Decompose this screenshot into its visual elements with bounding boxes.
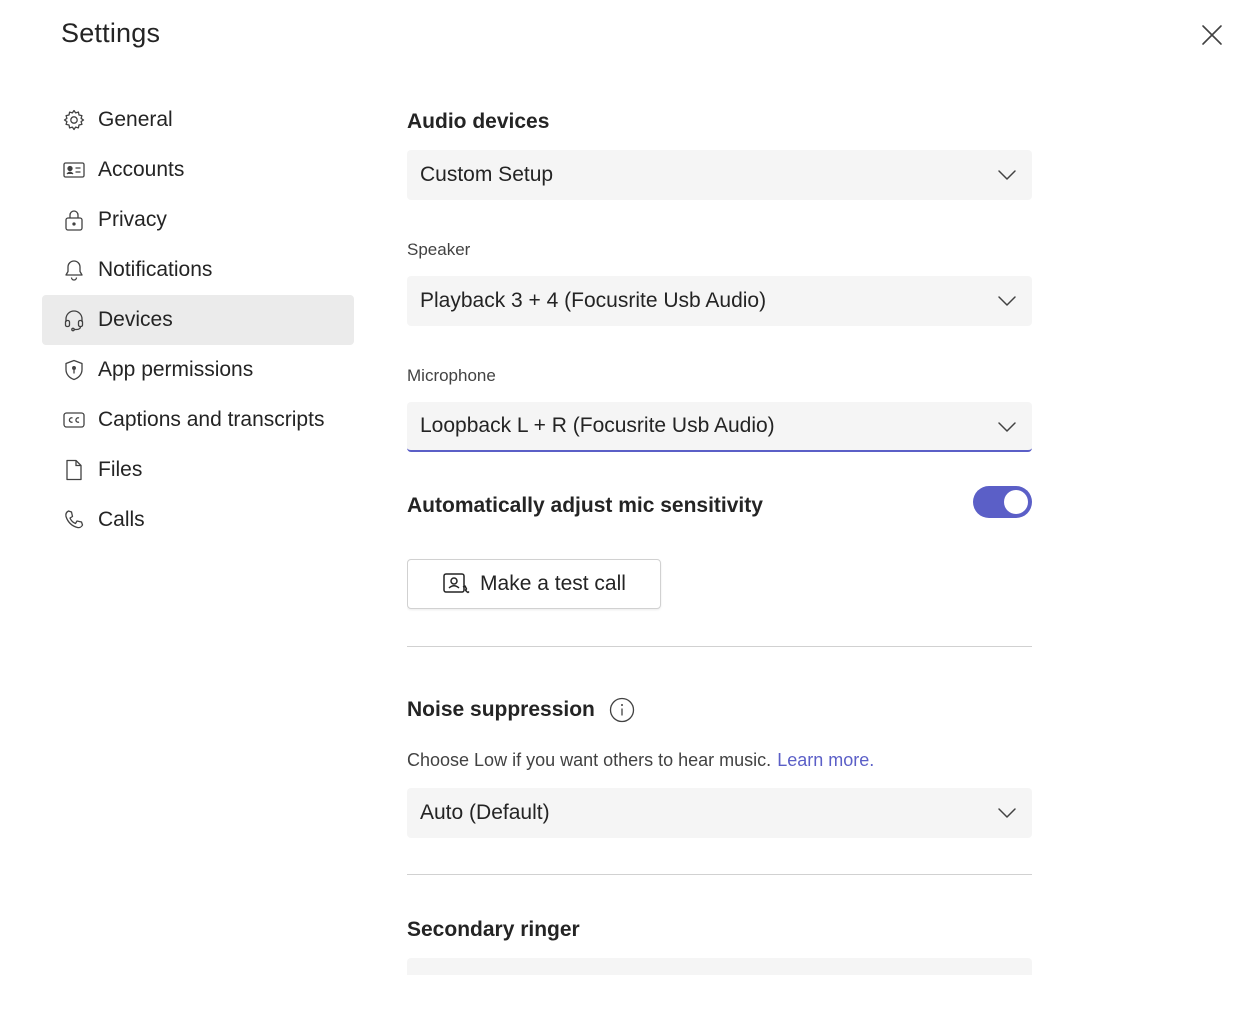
auto-mic-toggle[interactable] — [973, 486, 1032, 518]
speaker-dropdown[interactable]: Playback 3 + 4 (Focusrite Usb Audio) — [407, 276, 1032, 326]
secondary-ringer-title: Secondary ringer — [407, 918, 580, 941]
audio-devices-title: Audio devices — [407, 110, 550, 133]
audio-devices-dropdown[interactable]: Custom Setup — [407, 150, 1032, 200]
noise-suppression-value: Auto (Default) — [420, 801, 550, 824]
sidebar-item-devices[interactable]: Devices — [42, 295, 354, 345]
microphone-label: Microphone — [407, 366, 496, 385]
phone-icon — [61, 507, 87, 533]
sidebar-item-label: Accounts — [98, 158, 185, 181]
shield-icon — [61, 357, 87, 383]
divider — [407, 646, 1032, 647]
id-card-icon — [61, 157, 87, 183]
sidebar-item-label: Notifications — [98, 258, 213, 281]
learn-more-link[interactable]: Learn more. — [777, 750, 874, 770]
test-call-button[interactable]: Make a test call — [407, 559, 661, 609]
speaker-label: Speaker — [407, 240, 471, 259]
chevron-down-icon — [998, 296, 1016, 306]
audio-devices-value: Custom Setup — [420, 163, 554, 186]
lock-icon — [61, 207, 87, 233]
sidebar-item-label: General — [98, 108, 173, 131]
sidebar-item-notifications[interactable]: Notifications — [42, 245, 354, 295]
close-icon — [1202, 25, 1222, 45]
gear-icon — [61, 107, 87, 133]
sidebar-item-calls[interactable]: Calls — [42, 495, 354, 545]
sidebar-item-privacy[interactable]: Privacy — [42, 195, 354, 245]
divider — [407, 874, 1032, 875]
sidebar-item-captions[interactable]: Captions and transcripts — [42, 395, 354, 445]
sidebar-item-files[interactable]: Files — [42, 445, 354, 495]
secondary-ringer-dropdown[interactable] — [407, 958, 1032, 975]
settings-dialog: Settings General Accounts Privacy Notifi… — [0, 0, 1258, 1032]
sidebar-item-app-permissions[interactable]: App permissions — [42, 345, 354, 395]
chevron-down-icon — [998, 808, 1016, 818]
noise-suppression-title: Noise suppression — [407, 698, 595, 721]
sidebar-item-accounts[interactable]: Accounts — [42, 145, 354, 195]
devices-panel: Audio devices Custom Setup Speaker Playb… — [407, 0, 1032, 975]
chevron-down-icon — [998, 422, 1016, 432]
headset-icon — [61, 307, 87, 333]
sidebar: General Accounts Privacy Notifications D… — [42, 95, 354, 545]
sidebar-item-label: Files — [98, 458, 143, 481]
sidebar-item-label: Calls — [98, 508, 145, 531]
page-title: Settings — [61, 18, 161, 48]
noise-suppression-heading: Noise suppression — [407, 697, 635, 723]
info-icon[interactable] — [609, 697, 635, 723]
noise-helper-text: Choose Low if you want others to hear mu… — [407, 750, 874, 771]
sidebar-item-label: Captions and transcripts — [98, 408, 325, 431]
close-button[interactable] — [1196, 19, 1228, 51]
test-call-icon — [442, 570, 470, 598]
auto-mic-label: Automatically adjust mic sensitivity — [407, 494, 763, 517]
noise-helper: Choose Low if you want others to hear mu… — [407, 750, 772, 770]
sidebar-item-label: App permissions — [98, 358, 254, 381]
sidebar-item-label: Devices — [98, 308, 173, 331]
microphone-value: Loopback L + R (Focusrite Usb Audio) — [420, 414, 775, 437]
speaker-value: Playback 3 + 4 (Focusrite Usb Audio) — [420, 289, 767, 312]
cc-icon — [61, 407, 87, 433]
toggle-knob — [1004, 490, 1028, 514]
chevron-down-icon — [998, 170, 1016, 180]
file-icon — [61, 457, 87, 483]
test-call-label: Make a test call — [480, 572, 626, 595]
sidebar-item-label: Privacy — [98, 208, 167, 231]
noise-suppression-dropdown[interactable]: Auto (Default) — [407, 788, 1032, 838]
microphone-dropdown[interactable]: Loopback L + R (Focusrite Usb Audio) — [407, 402, 1032, 452]
bell-icon — [61, 257, 87, 283]
sidebar-item-general[interactable]: General — [42, 95, 354, 145]
